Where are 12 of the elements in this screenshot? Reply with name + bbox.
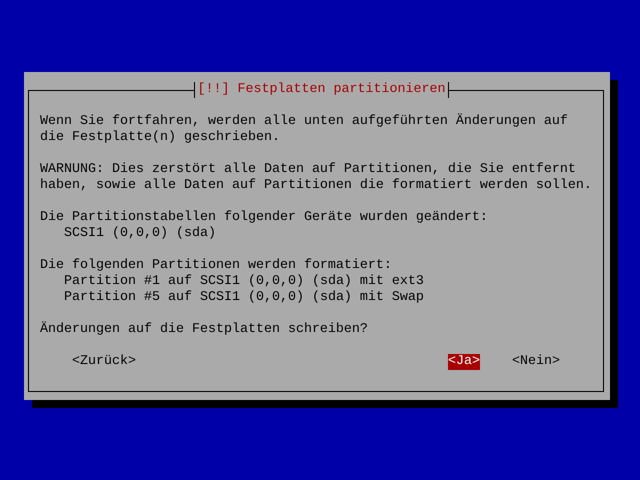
list-entry: Partition #1 auf SCSI1 (0,0,0) (sda) mit ext3	[63, 274, 425, 290]
dialog-button[interactable]: <Zurück>	[72, 354, 136, 370]
message-text: WARNUNG: Dies zerstört alle Daten auf Partitionen, die Sie entfernt haben, sowie alle Daten auf Partitionen die formatiert werden sollen.	[40, 162, 593, 194]
dialog-button[interactable]: <Nein>	[512, 354, 560, 370]
list-entry: SCSI1 (0,0,0) (sda)	[63, 226, 217, 242]
dialog-button[interactable]: <Ja>	[448, 354, 480, 370]
dialog-title: [!!] Festplatten partitionieren	[194, 82, 450, 98]
message-text: Wenn Sie fortfahren, werden alle unten aufgeführten Änderungen auf die Festplatte(n) geschrieben.	[40, 114, 569, 146]
message-text: Die folgenden Partitionen werden formatiert:	[40, 258, 393, 274]
list-entry: Partition #5 auf SCSI1 (0,0,0) (sda) mit Swap	[63, 290, 425, 306]
message-text: Änderungen auf die Festplatten schreiben?	[40, 322, 369, 338]
message-text: Die Partitionstabellen folgender Geräte wurden geändert:	[40, 210, 489, 226]
